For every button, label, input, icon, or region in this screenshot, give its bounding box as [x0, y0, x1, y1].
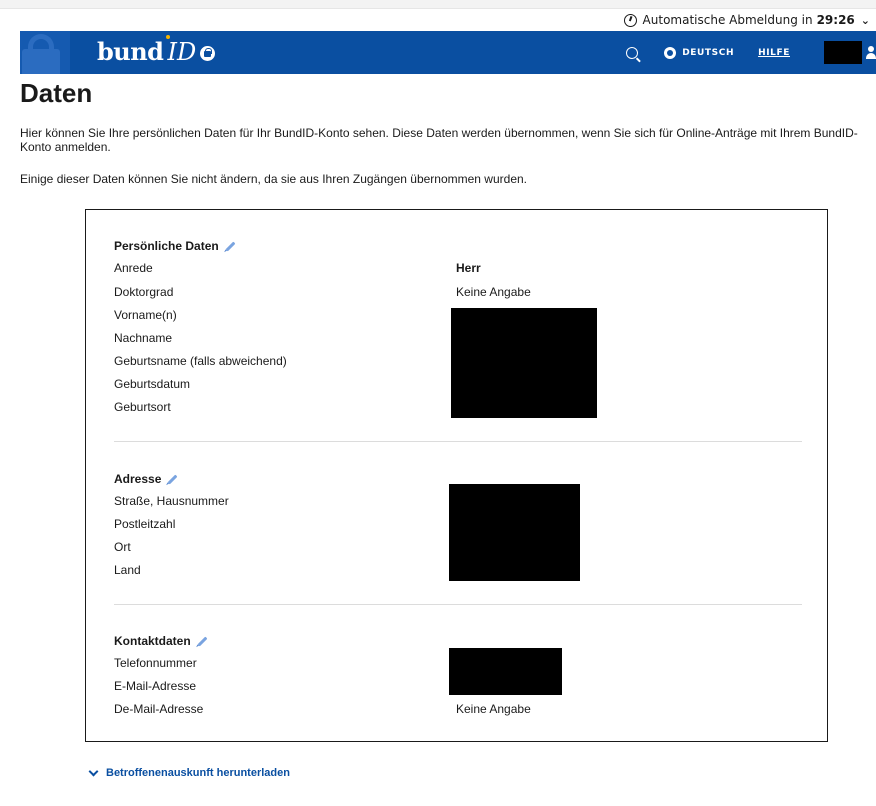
- download-link[interactable]: Betroffenenauskunft herunterladen: [88, 766, 290, 779]
- header-nav: DEUTSCH HILFE: [626, 31, 876, 74]
- label-geburtsname: Geburtsname (falls abweichend): [114, 354, 287, 368]
- clock-icon: [623, 13, 637, 27]
- value-demail: Keine Angabe: [456, 702, 531, 716]
- label-land: Land: [114, 563, 141, 577]
- intro-text: Hier können Sie Ihre persönlichen Daten …: [20, 126, 858, 154]
- language-selector[interactable]: DEUTSCH: [682, 48, 734, 58]
- label-strasse: Straße, Hausnummer: [114, 494, 229, 508]
- data-card: Persönliche Daten Anrede Herr Doktorgrad…: [85, 209, 828, 742]
- brand-bund: bund: [97, 37, 164, 66]
- section-personal-title: Persönliche Daten: [114, 239, 236, 253]
- top-strip: [0, 0, 876, 9]
- search-icon[interactable]: [626, 46, 639, 59]
- value-doktorgrad: Keine Angabe: [456, 285, 531, 299]
- session-time: 29:26: [816, 13, 855, 27]
- pencil-icon[interactable]: [167, 474, 178, 484]
- label-geburtsort: Geburtsort: [114, 400, 171, 414]
- label-anrede: Anrede: [114, 261, 153, 275]
- label-vornamen: Vorname(n): [114, 308, 177, 322]
- help-link[interactable]: HILFE: [758, 48, 790, 58]
- page-title: Daten: [20, 78, 93, 108]
- label-demail: De-Mail-Adresse: [114, 702, 204, 716]
- intro-text-2: Einige dieser Daten können Sie nicht änd…: [20, 172, 527, 186]
- redacted-personal-values: [451, 308, 597, 418]
- lock-icon: [20, 31, 70, 74]
- lock-badge-icon: [200, 46, 216, 61]
- label-email: E-Mail-Adresse: [114, 679, 197, 693]
- user-icon[interactable]: [866, 45, 876, 60]
- session-timer[interactable]: Automatische Abmeldung in 29:26 ⌄: [0, 9, 876, 31]
- user-name-redacted[interactable]: [824, 41, 862, 64]
- chevron-down-icon[interactable]: ⌄: [861, 14, 870, 27]
- pencil-icon[interactable]: [197, 636, 208, 646]
- section-contact-title: Kontaktdaten: [114, 634, 208, 648]
- label-geburtsdatum: Geburtsdatum: [114, 377, 191, 391]
- site-header: bund ID DEUTSCH HILFE: [20, 31, 876, 74]
- session-label: Automatische Abmeldung in: [642, 13, 813, 27]
- bundid-logo[interactable]: bund ID: [97, 35, 216, 66]
- label-ort: Ort: [114, 540, 131, 554]
- chevron-down-icon: [88, 766, 99, 776]
- label-doktorgrad: Doktorgrad: [114, 285, 174, 299]
- pencil-icon[interactable]: [225, 241, 236, 251]
- section-address-title: Adresse: [114, 472, 178, 486]
- globe-icon[interactable]: [664, 46, 677, 59]
- download-label: Betroffenenauskunft herunterladen: [106, 767, 290, 779]
- brand-id: ID: [166, 35, 196, 66]
- redacted-contact-values: [449, 648, 562, 695]
- label-plz: Postleitzahl: [114, 517, 176, 531]
- divider: [114, 441, 802, 442]
- label-nachname: Nachname: [114, 331, 173, 345]
- label-telefon: Telefonnummer: [114, 656, 197, 670]
- divider: [114, 604, 802, 605]
- redacted-address-values: [449, 484, 580, 581]
- value-anrede: Herr: [456, 261, 481, 275]
